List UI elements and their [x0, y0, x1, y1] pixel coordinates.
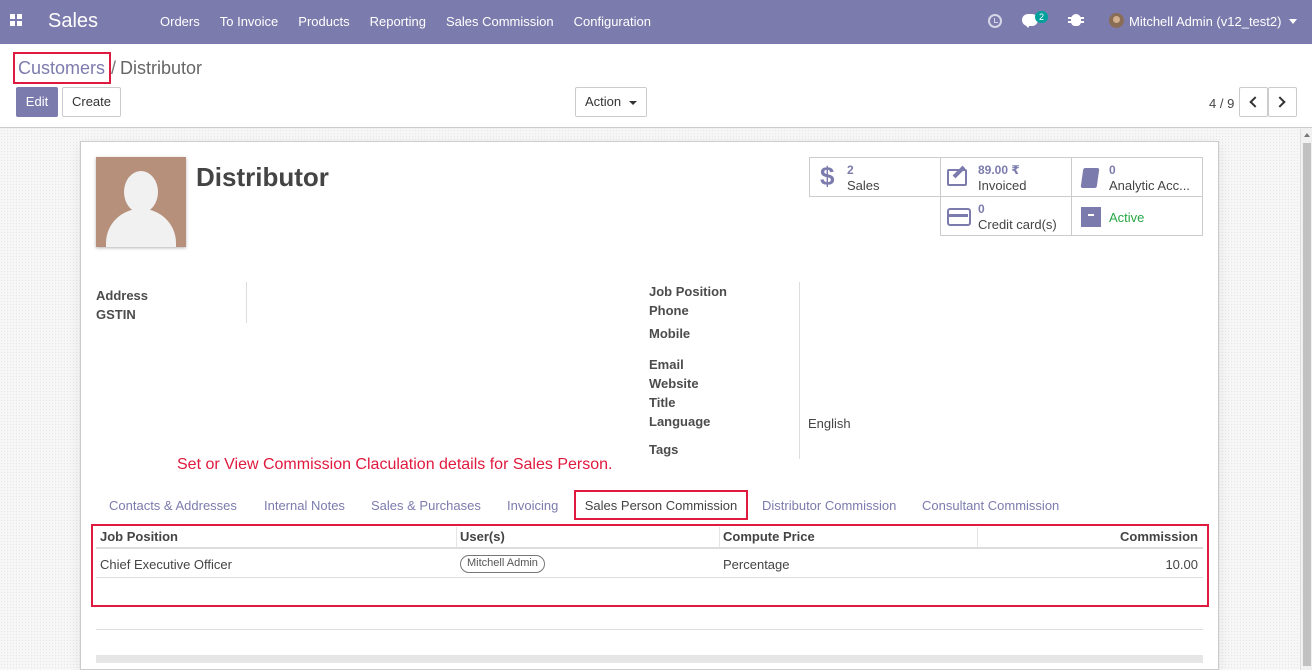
language-value: English: [808, 416, 851, 431]
address-label: Address: [96, 288, 149, 303]
main-menu: Orders To Invoice Products Reporting Sal…: [160, 14, 671, 29]
active-label: Active: [1109, 210, 1145, 225]
edit-button[interactable]: Edit: [16, 87, 58, 117]
chevron-right-icon: [1274, 96, 1286, 108]
menu-item-orders[interactable]: Orders: [160, 14, 200, 29]
menu-item-sales-commission[interactable]: Sales Commission: [446, 14, 554, 29]
active-toggle-button[interactable]: Active: [1071, 196, 1203, 236]
dollar-icon: $: [820, 161, 835, 191]
analytic-accounts-stat-button[interactable]: 0 Analytic Acc...: [1071, 157, 1203, 197]
phone-label: Phone: [649, 303, 689, 318]
sales-count: 2: [847, 163, 854, 177]
sales-label: Sales: [847, 178, 880, 193]
edit-invoice-icon: [947, 169, 967, 186]
menu-item-configuration[interactable]: Configuration: [574, 14, 651, 29]
tab-sales-person-commission[interactable]: Sales Person Commission: [574, 490, 748, 520]
tab-invoicing[interactable]: Invoicing: [507, 498, 558, 513]
activity-clock-icon[interactable]: [988, 14, 1002, 28]
tab-distributor-commission[interactable]: Distributor Commission: [762, 498, 896, 513]
tab-contacts-addresses[interactable]: Contacts & Addresses: [109, 498, 237, 513]
mobile-label: Mobile: [649, 326, 691, 341]
pager-next-button[interactable]: [1268, 87, 1297, 117]
email-label: Email: [649, 357, 684, 372]
section-divider: [96, 629, 1203, 630]
invoiced-label: Invoiced: [978, 178, 1027, 193]
menu-item-reporting[interactable]: Reporting: [370, 14, 426, 29]
action-label: Action: [585, 94, 622, 109]
menu-item-products[interactable]: Products: [298, 14, 349, 29]
scrollbar-thumb[interactable]: [1303, 143, 1311, 666]
invoiced-amount: 89.00 ₹: [978, 163, 1020, 177]
create-button[interactable]: Create: [62, 87, 121, 117]
invoiced-stat-button[interactable]: 89.00 ₹ Invoiced: [940, 157, 1072, 197]
control-panel: [0, 44, 1312, 128]
credit-count: 0: [978, 202, 985, 216]
apps-menu-icon[interactable]: [10, 14, 22, 26]
user-menu-caret-icon[interactable]: [1289, 19, 1297, 24]
tab-consultant-commission[interactable]: Consultant Commission: [922, 498, 1059, 513]
credit-cards-stat-button[interactable]: 0 Credit card(s): [940, 196, 1072, 236]
partner-avatar-image[interactable]: [96, 157, 186, 247]
pager-value[interactable]: 4 / 9: [1209, 96, 1234, 111]
tags-label: Tags: [649, 442, 679, 457]
debug-bug-icon[interactable]: [1068, 14, 1084, 26]
partner-name: Distributor: [196, 162, 329, 192]
book-icon: [1080, 168, 1100, 188]
field-divider: [799, 282, 800, 459]
help-annotation-text: Set or View Commission Claculation detai…: [177, 456, 613, 473]
commission-table-highlight: [91, 524, 1209, 607]
website-label: Website: [649, 376, 699, 391]
language-label: Language: [649, 414, 711, 429]
breadcrumb-customers-link[interactable]: Customers: [13, 52, 111, 84]
action-caret-icon: [629, 101, 637, 105]
analytic-count: 0: [1109, 163, 1116, 177]
job-position-label: Job Position: [649, 284, 727, 299]
app-brand[interactable]: Sales: [48, 10, 98, 33]
scroll-up-arrow-icon[interactable]: [1304, 133, 1310, 137]
tab-sales-purchases[interactable]: Sales & Purchases: [371, 498, 481, 513]
archive-icon: [1081, 207, 1101, 227]
section-footer-bar: [96, 655, 1203, 663]
breadcrumb-current: Distributor: [120, 58, 203, 78]
user-menu-name[interactable]: Mitchell Admin (v12_test2): [1129, 14, 1281, 29]
chevron-left-icon: [1249, 96, 1261, 108]
title-label: Title: [649, 395, 676, 410]
pager-previous-button[interactable]: [1239, 87, 1268, 117]
analytic-label: Analytic Acc...: [1109, 178, 1190, 193]
action-dropdown-button[interactable]: Action: [575, 87, 647, 117]
user-avatar[interactable]: [1109, 13, 1124, 28]
credit-label: Credit card(s): [978, 217, 1057, 232]
menu-item-to-invoice[interactable]: To Invoice: [220, 14, 279, 29]
gstin-label: GSTIN: [96, 307, 136, 322]
credit-card-icon: [947, 208, 971, 226]
field-divider: [246, 282, 247, 323]
tab-internal-notes[interactable]: Internal Notes: [264, 498, 345, 513]
vertical-scrollbar[interactable]: [1300, 129, 1312, 670]
messages-count-badge: 2: [1035, 11, 1049, 23]
sales-stat-button[interactable]: $ 2 Sales: [809, 157, 941, 197]
breadcrumb-separator: /: [111, 58, 117, 78]
